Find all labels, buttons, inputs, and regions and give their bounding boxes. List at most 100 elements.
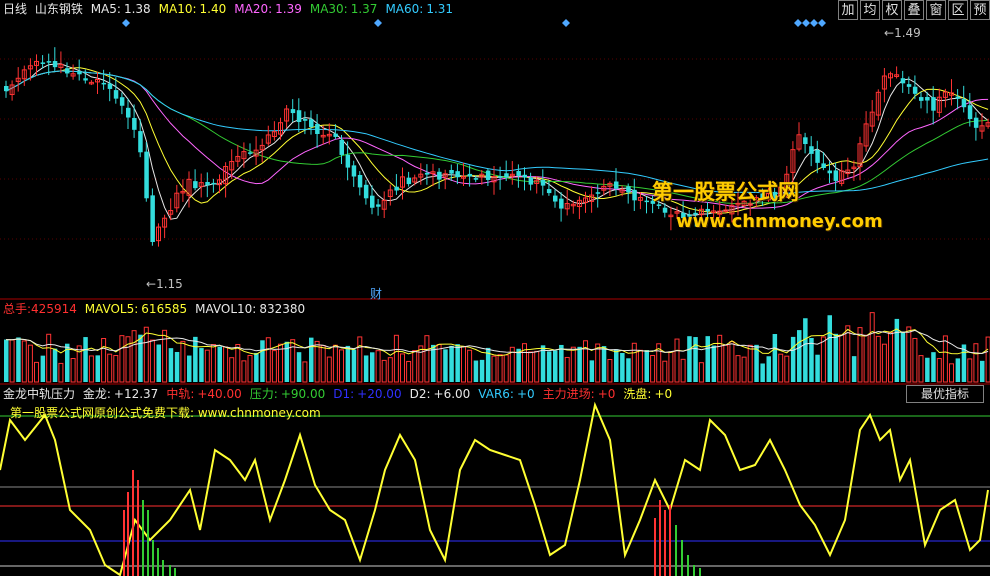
volume-info-bar: 总手:425914 MAVOL5: 616585 MAVOL10: 832380 (3, 302, 317, 316)
volume-bar (827, 315, 832, 382)
volume-bar (516, 348, 521, 382)
mavol5-line (5, 328, 989, 357)
candle-body (931, 97, 936, 111)
diamond-marker-icon (794, 19, 802, 27)
candle-body (485, 170, 491, 180)
volume-bar (412, 350, 418, 383)
stock-name: 山东钢铁 (34, 2, 83, 16)
candle-body (296, 110, 302, 122)
finance-marker[interactable]: 财 (370, 285, 382, 302)
site-note: 第一股票公式网原创公式免费下载: www.chnmoney.com (10, 406, 321, 420)
diamond-marker-icon (802, 19, 810, 27)
volume-bar (784, 355, 790, 383)
ma-item: MA30: 1.37 (310, 2, 382, 16)
ma-item-label: MA10: (158, 2, 197, 16)
volume-bar (449, 345, 454, 382)
volume-bar (747, 344, 753, 383)
ma-item-label: MA60: (385, 2, 424, 16)
volume-bar (839, 334, 845, 383)
indicator-item: D2: +6.00 (410, 387, 475, 401)
ma-item-label: MA20: (234, 2, 273, 16)
volume-bar (967, 358, 973, 383)
candle-body (912, 86, 918, 94)
volume-bar (559, 344, 564, 382)
volume-bar (564, 356, 570, 383)
watermark-url: www.chnmoney.com (676, 211, 883, 232)
ma-item-value: 1.40 (199, 2, 227, 16)
best-indicator-button[interactable]: 最优指标 (906, 385, 984, 403)
volume-bar (88, 355, 94, 383)
volume-bar (881, 343, 887, 383)
candle-body (967, 105, 973, 120)
volume-bar (614, 349, 619, 382)
volume-bar (138, 334, 143, 382)
toolbar-button-range[interactable]: 区 (948, 0, 968, 20)
volume-bar (210, 344, 216, 383)
volume-bar (797, 330, 802, 382)
volume-bar (778, 353, 784, 383)
mavol-item-label: MAVOL10: (195, 302, 257, 316)
indicator-item-label: D2: (409, 387, 431, 401)
volume-bar (95, 355, 100, 382)
toolbar-button-add[interactable]: 加 (838, 0, 858, 20)
candle-body (132, 117, 137, 130)
volume-bar (595, 343, 601, 383)
ma-item: MA20: 1.39 (234, 2, 306, 16)
volume-bar (601, 346, 607, 382)
volume-bar (149, 339, 155, 383)
volume-bar (637, 349, 643, 383)
candle-body (906, 84, 912, 87)
ma-line (5, 70, 989, 209)
volume-bar (357, 336, 363, 383)
volume-bar (247, 355, 253, 383)
high-price-label: ←1.49 (884, 26, 921, 40)
volume-bar (107, 353, 113, 383)
candle-body (302, 118, 308, 121)
volume-bar (351, 349, 357, 382)
indicator-item-label: 压力: (249, 387, 278, 401)
candle-body (900, 78, 906, 84)
volume-bar (717, 334, 723, 383)
volume-bar (4, 339, 9, 382)
candle-body (357, 174, 363, 188)
volume-bar (888, 331, 893, 383)
candle-body (437, 171, 442, 180)
volume-bar (119, 335, 125, 383)
volume-bar (851, 356, 857, 382)
watermark-title: 第一股票公式网 (652, 180, 799, 204)
candle-body (345, 154, 351, 168)
volume-bar (436, 344, 442, 383)
toolbar-button-window[interactable]: 窗 (926, 0, 946, 20)
toolbar-button-rights[interactable]: 权 (882, 0, 902, 20)
volume-bar (644, 350, 649, 382)
volume-bar (326, 356, 332, 383)
volume-bar (418, 345, 424, 383)
indicator-item: 压力: +90.00 (250, 387, 329, 401)
volume-bar (381, 359, 387, 383)
volume-bar (241, 360, 247, 383)
volume-bar (265, 337, 271, 383)
indicator-item-label: D1: (333, 387, 355, 401)
volume-bar (461, 346, 466, 383)
indicator-item-value: +6.00 (433, 387, 471, 401)
toolbar-button-preview[interactable]: 预 (970, 0, 990, 20)
volume-bar (631, 342, 637, 383)
ma-item: MA60: 1.31 (385, 2, 457, 16)
ma-item: MA10: 1.40 (159, 2, 231, 16)
diamond-marker-icon (818, 19, 826, 27)
toolbar-button-overlay[interactable]: 叠 (904, 0, 924, 20)
volume-bar (278, 343, 283, 383)
candle-body (394, 186, 399, 191)
mavol-item: MAVOL10: 832380 (195, 302, 309, 316)
candle-body (827, 170, 832, 174)
volume-bar (900, 331, 906, 382)
candle-body (925, 96, 930, 101)
volume-bar (235, 343, 241, 383)
volume-bar (534, 350, 540, 383)
candle-body (363, 184, 369, 199)
candle-body (644, 200, 649, 203)
candle-body (833, 170, 839, 181)
toolbar-button-average[interactable]: 均 (860, 0, 880, 20)
volume-bar (363, 355, 369, 382)
ma-item-value: 1.39 (275, 2, 302, 16)
